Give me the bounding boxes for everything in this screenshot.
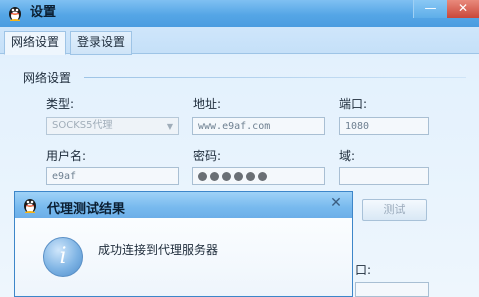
tab-login-settings[interactable]: 登录设置 (70, 31, 133, 55)
dialog-title-bar[interactable]: 代理测试结果 ✕ (15, 192, 352, 218)
partial-input[interactable] (355, 282, 429, 297)
port-label: 端口: (339, 97, 368, 111)
domain-input[interactable] (339, 167, 429, 185)
dialog-title: 代理测试结果 (47, 202, 126, 217)
port-input[interactable]: 1080 (339, 117, 429, 135)
password-input[interactable] (192, 167, 325, 185)
dialog-message: 成功连接到代理服务器 (98, 243, 219, 257)
address-input[interactable]: www.e9af.com (192, 117, 325, 135)
proxy-type-select[interactable]: SOCKS5代理 ▼ (46, 117, 179, 135)
tab-network-settings[interactable]: 网络设置 (4, 31, 67, 55)
group-label-network: 网络设置 (23, 71, 72, 85)
type-label: 类型: (46, 97, 75, 111)
test-button[interactable]: 测试 (362, 199, 427, 221)
username-label: 用户名: (46, 149, 87, 163)
window-title: 设置 (30, 5, 57, 20)
minimize-button[interactable]: — (413, 0, 447, 18)
info-icon: i (43, 237, 83, 277)
password-label: 密码: (193, 149, 222, 163)
dialog-close-button[interactable]: ✕ (328, 196, 344, 212)
domain-label: 域: (339, 149, 356, 163)
username-input[interactable]: e9af (46, 167, 179, 185)
group-divider (84, 77, 466, 78)
qq-penguin-icon (24, 199, 36, 213)
address-label: 地址: (193, 97, 222, 111)
proxy-type-value: SOCKS5代理 (52, 120, 113, 131)
close-button[interactable]: ✕ (447, 0, 479, 18)
qq-penguin-icon (9, 7, 21, 21)
partial-field-label: 口: (355, 263, 372, 277)
title-bar[interactable]: 设置 — ✕ (0, 0, 479, 27)
dropdown-arrow-icon: ▼ (166, 122, 173, 131)
proxy-test-result-dialog: 代理测试结果 ✕ i 成功连接到代理服务器 (14, 191, 353, 297)
